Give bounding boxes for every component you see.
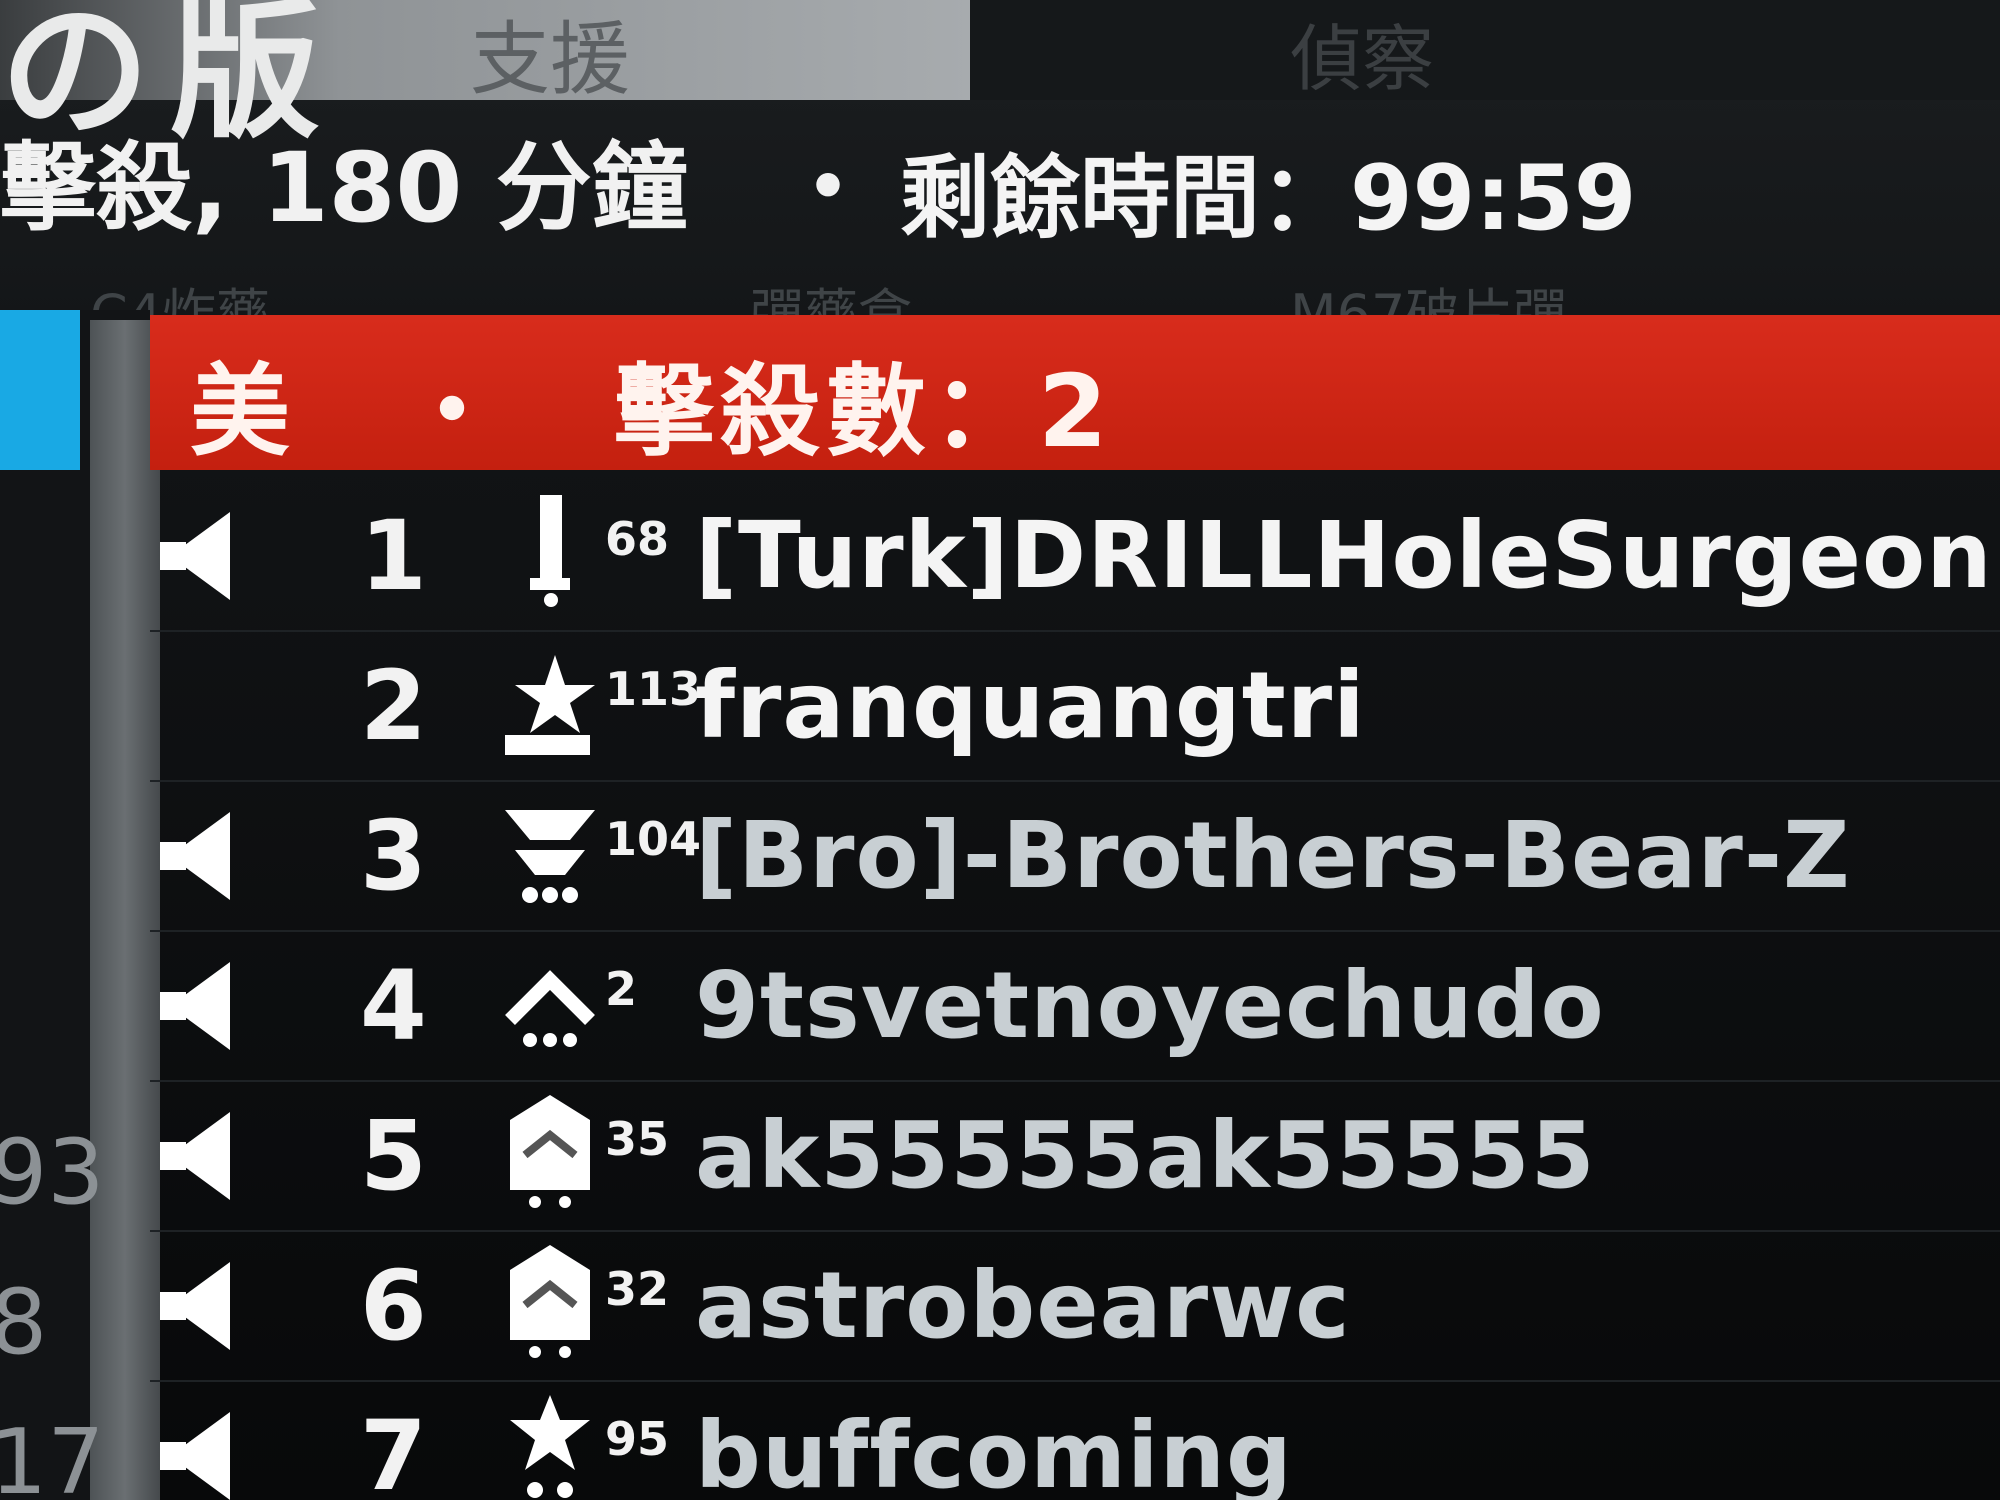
rank-insignia-vertical-icon [530,495,570,607]
player-level: 32 [605,1262,670,1316]
time-remaining: 剩餘時間：99:59 [900,146,1637,251]
rank-shield-icon [510,1245,590,1358]
player-row[interactable]: 5 35 ak55555ak55555 [150,1080,2000,1232]
player-level: 35 [605,1112,670,1166]
player-name[interactable]: [Bro]-Brothers-Bear-Z [695,802,1851,909]
player-level: 113 [605,662,702,716]
player-level: 68 [605,512,670,566]
player-rank: 2 [360,650,427,762]
player-row[interactable]: 2 113 franquangtri [150,630,2000,782]
player-name[interactable]: buffcoming [695,1402,1293,1500]
player-row[interactable]: 6 32 astrobearwc [150,1230,2000,1382]
separator: ・ [780,132,876,244]
left-panel-number: 93 [0,1120,105,1225]
speaker-icon [170,512,230,600]
player-name[interactable]: franquangtri [695,652,1366,759]
player-rank: 3 [360,800,427,912]
player-name[interactable]: astrobearwc [695,1252,1351,1359]
player-rank: 4 [360,950,427,1062]
scoreboard-screen: の版 支援 偵察 擊殺, 180 分鐘 ・ 剩餘時間：99:59 C4炸藥 彈藥… [0,0,2000,1500]
rank-eagle-icon [505,810,595,903]
rank-laurel-icon [510,1395,590,1498]
left-panel-number: 8 [0,1270,48,1375]
tab-support-label: 支援 [470,13,630,106]
player-name[interactable]: [Turk]DRILLHoleSurgeon [695,502,1993,609]
player-row[interactable]: 3 104 [Bro]-Brothers-Bear-Z [150,780,2000,932]
speaker-icon [170,962,230,1050]
player-rank: 5 [360,1100,427,1212]
player-level: 2 [605,962,638,1016]
game-mode-text: 擊殺, 180 分鐘 [0,132,688,244]
rank-star-icon [505,655,595,755]
team-kills-label: 美 ・ 擊殺數：2 [190,353,1114,470]
player-row[interactable]: 4 2 9tsvetnoyechudo [150,930,2000,1082]
player-rank: 1 [360,500,427,612]
player-name[interactable]: 9tsvetnoyechudo [695,952,1605,1059]
opposing-team-accent [0,310,80,470]
player-level: 104 [605,812,702,866]
player-rank: 6 [360,1250,427,1362]
player-rank: 7 [360,1400,427,1500]
speaker-icon [170,1262,230,1350]
tab-recon-label[interactable]: 偵察 [1290,0,1434,105]
speaker-icon [170,1112,230,1200]
player-name[interactable]: ak55555ak55555 [695,1102,1596,1209]
rank-chevron-icon [505,970,595,1047]
player-level: 95 [605,1412,670,1466]
player-row[interactable]: 7 95 buffcoming [150,1380,2000,1500]
player-row[interactable]: 1 68 [Turk]DRILLHoleSurgeon [150,480,2000,632]
rank-shield-icon [510,1095,590,1208]
left-panel-number: 17 [0,1410,105,1500]
speaker-icon [170,1412,230,1500]
speaker-icon [170,812,230,900]
